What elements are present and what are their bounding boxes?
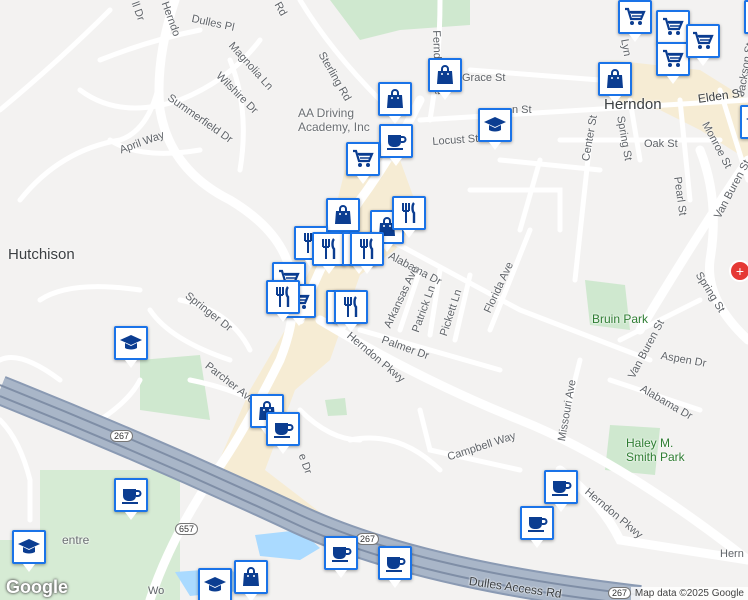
cup-icon — [552, 481, 572, 496]
map-base — [0, 0, 748, 600]
cart-marker[interactable] — [656, 10, 690, 52]
fork-icon — [322, 238, 336, 259]
cup-marker[interactable] — [744, 0, 748, 34]
cart-icon — [663, 17, 684, 35]
cart-marker[interactable] — [346, 142, 380, 184]
google-logo: Google — [6, 577, 68, 597]
cart-marker[interactable] — [618, 0, 652, 42]
street-label: n St — [512, 104, 532, 116]
cup-marker[interactable] — [114, 478, 148, 520]
school-icon — [18, 539, 40, 554]
bag-icon — [607, 69, 623, 88]
school-icon — [120, 335, 142, 350]
place-label-hutchison: Hutchison — [8, 246, 75, 263]
fork-marker[interactable] — [350, 232, 384, 274]
route-shield: 267 — [608, 587, 632, 599]
cart-marker[interactable] — [656, 42, 690, 84]
fork-marker[interactable] — [392, 196, 426, 238]
school-icon — [204, 577, 226, 592]
cup-icon — [274, 423, 294, 438]
bag-marker[interactable] — [326, 198, 360, 240]
fork-icon — [402, 202, 416, 223]
cup-marker[interactable] — [520, 506, 554, 548]
bag-icon — [335, 205, 351, 224]
fork-icon — [344, 296, 358, 317]
street-label: Hern — [720, 548, 744, 560]
route-shield: 267 — [356, 533, 380, 545]
bag-marker[interactable] — [378, 82, 412, 124]
cup-marker[interactable] — [379, 124, 413, 166]
bag-icon — [437, 65, 453, 84]
cart-icon — [625, 7, 646, 25]
cup-marker[interactable] — [544, 470, 578, 512]
cart-marker[interactable] — [686, 24, 720, 66]
cup-marker[interactable] — [324, 536, 358, 578]
cup-icon — [332, 547, 352, 562]
school-marker[interactable] — [114, 326, 148, 368]
bag-marker[interactable] — [598, 62, 632, 104]
fork-icon — [360, 238, 374, 259]
fork-icon — [276, 286, 290, 307]
school-marker[interactable] — [740, 105, 748, 139]
map-attribution[interactable]: Map data ©2025 Google — [630, 587, 748, 600]
cart-icon — [353, 149, 374, 167]
cart-icon — [693, 31, 714, 49]
park-label-haley: Haley M. Smith Park — [626, 436, 685, 464]
cup-marker[interactable] — [266, 412, 300, 454]
route-shield: 267 — [110, 430, 134, 442]
bag-marker[interactable] — [428, 58, 462, 100]
route-shield: 657 — [175, 523, 199, 535]
cart-icon — [663, 49, 684, 67]
bag-marker[interactable] — [234, 560, 268, 600]
fork-marker[interactable] — [312, 232, 346, 274]
school-marker[interactable] — [12, 530, 46, 572]
hospital-icon[interactable]: + — [729, 260, 748, 282]
bag-icon — [387, 89, 403, 108]
fork-marker[interactable] — [334, 290, 368, 332]
cup-icon — [122, 489, 142, 504]
bag-icon — [243, 567, 259, 586]
poi-label-aa-driving: AA Driving Academy, Inc — [298, 106, 370, 134]
street-label: Oak St — [644, 138, 678, 150]
map-view[interactable]: Hutchison Herndon Bruin Park Haley M. Sm… — [0, 0, 748, 600]
poi-label-centre: entre — [62, 533, 90, 547]
cup-icon — [386, 557, 406, 572]
cup-marker[interactable] — [378, 546, 412, 588]
cup-icon — [528, 517, 548, 532]
school-marker[interactable] — [478, 108, 512, 150]
cup-icon — [387, 135, 407, 150]
park-label-bruin: Bruin Park — [592, 312, 649, 326]
school-marker[interactable] — [198, 568, 232, 600]
street-label: Grace St — [462, 72, 506, 84]
school-icon — [484, 117, 506, 132]
street-label: Wo — [148, 585, 165, 597]
fork-marker[interactable] — [266, 280, 300, 322]
